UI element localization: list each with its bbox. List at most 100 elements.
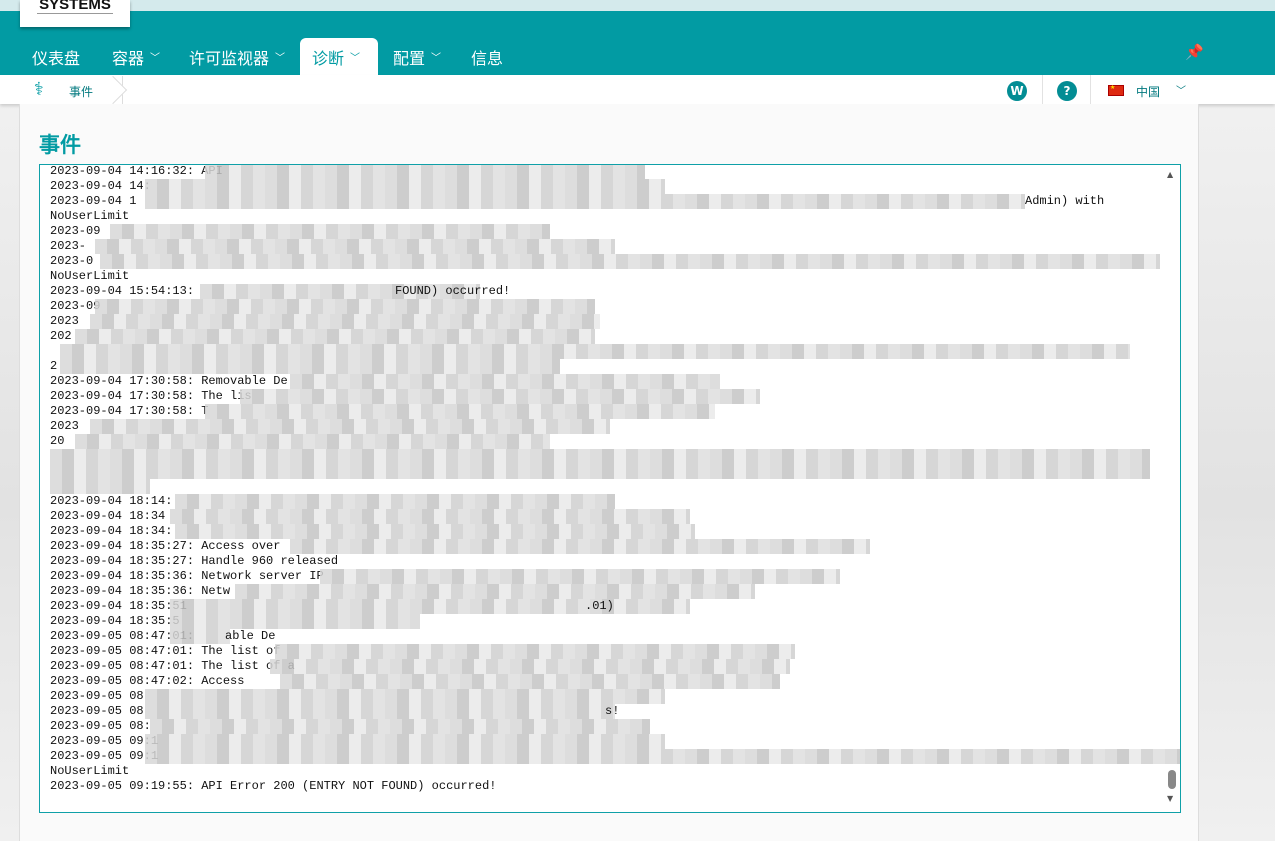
scrollbar-thumb[interactable] bbox=[1168, 770, 1176, 789]
log-line-text: 2 bbox=[50, 359, 58, 373]
log-line-text: 2023-09-04 17:30:58: The lis bbox=[50, 389, 252, 403]
log-line-text: 2023-0 bbox=[50, 254, 94, 268]
log-line: 20 bbox=[50, 434, 550, 449]
log-line-text: 2023-09-05 08 bbox=[50, 704, 144, 718]
log-line: 2023-09-05 08 bbox=[50, 689, 665, 704]
log-line-text: 2023-09-04 15:54:13: bbox=[50, 284, 195, 298]
top-strip bbox=[0, 0, 1275, 11]
redacted-region bbox=[145, 179, 665, 194]
nav-license-monitor[interactable]: 许可监视器 ﹀ bbox=[177, 38, 297, 75]
log-line: 2023- bbox=[50, 239, 615, 254]
redacted-region bbox=[280, 674, 780, 689]
chevron-down-icon: ﹀ bbox=[150, 53, 161, 64]
log-line: 2023-09-04 18:34 bbox=[50, 509, 690, 524]
chevron-down-icon: ﹀ bbox=[275, 53, 286, 64]
log-lines: 2023-09-04 14:16:32: API 2023-09-04 14: 20… bbox=[50, 165, 1180, 794]
log-line-text: 2023 bbox=[50, 419, 79, 433]
redacted-region bbox=[150, 719, 650, 734]
log-line: NoUserLimit bbox=[50, 269, 496, 284]
question-circle-icon[interactable]: ? bbox=[1057, 81, 1077, 101]
log-line-fragment: FOUND) occurred! bbox=[395, 284, 511, 298]
redacted-region bbox=[170, 509, 690, 524]
w-circle-icon[interactable]: W bbox=[1007, 81, 1027, 101]
log-line: NoUserLimit bbox=[50, 209, 496, 224]
nav-dashboard[interactable]: 仪表盘 bbox=[20, 38, 92, 75]
redacted-region bbox=[145, 749, 1180, 764]
language-select[interactable]: 中国 bbox=[1136, 83, 1160, 100]
redacted-region bbox=[145, 194, 1025, 209]
log-line-fragment: .01) bbox=[585, 599, 614, 613]
divider bbox=[1042, 75, 1043, 104]
chevron-down-icon[interactable]: ﹀ bbox=[1176, 82, 1186, 97]
redacted-region bbox=[290, 539, 870, 554]
log-line-text: 2023-09-04 18:35:36: Netw bbox=[50, 584, 231, 598]
scroll-up-arrow[interactable]: ▲ bbox=[1167, 170, 1173, 179]
log-line-text: 2023-09-04 18:35:36: Network server IP bbox=[50, 569, 324, 583]
china-flag-icon bbox=[1108, 84, 1124, 96]
log-line-text: 2023-09-04 18:34 bbox=[50, 509, 166, 523]
log-line-text: 2023-09-05 08 bbox=[50, 689, 144, 703]
log-line-text: 2023-09-05 08:47:02: Access bbox=[50, 674, 245, 688]
redacted-region bbox=[145, 734, 665, 749]
log-line: 2023 bbox=[50, 314, 600, 329]
log-line: 2023-09-04 18:35:5 bbox=[50, 614, 496, 629]
log-line-text: 2023-09 bbox=[50, 299, 101, 313]
nav-configuration[interactable]: 配置 ﹀ bbox=[381, 38, 453, 75]
breadcrumb-current[interactable]: 事件 bbox=[69, 83, 93, 100]
redacted-region bbox=[60, 359, 560, 374]
stethoscope-icon: ⚕ bbox=[34, 79, 44, 100]
log-line: 2 bbox=[50, 359, 560, 374]
log-line-text: NoUserLimit bbox=[50, 764, 130, 778]
log-line-text: 2023-09-04 18:35:27: Handle 960 released bbox=[50, 554, 339, 568]
log-line: 2023-09-04 18:35:36: Netw bbox=[50, 584, 755, 599]
log-line: 2023-09-05 08:47:02: Access bbox=[50, 674, 780, 689]
nav-containers[interactable]: 容器 ﹀ bbox=[100, 38, 172, 75]
redacted-region bbox=[145, 704, 615, 719]
redacted-region bbox=[110, 224, 550, 239]
chevron-down-icon: ﹀ bbox=[431, 53, 442, 64]
nav-diagnostics[interactable]: 诊断 ﹀ bbox=[300, 38, 378, 75]
log-line-text: 2023-09-04 18:14: bbox=[50, 494, 173, 508]
log-line-text: 2023 bbox=[50, 314, 79, 328]
redacted-region bbox=[95, 299, 595, 314]
redacted-region bbox=[240, 389, 760, 404]
redacted-region bbox=[270, 659, 790, 674]
log-line: 2023-09 bbox=[50, 299, 595, 314]
log-line-fragment: able De bbox=[225, 629, 276, 643]
nav-info[interactable]: 信息 bbox=[459, 38, 515, 75]
log-line: 2023-09-05 08:47:01: able De bbox=[50, 629, 496, 644]
log-line: 2023-09-04 14:16:32: API bbox=[50, 165, 645, 179]
log-line-text: 2023-09-04 18:35:5 bbox=[50, 614, 180, 628]
log-line bbox=[50, 344, 1130, 359]
logo[interactable]: SYSTEMS bbox=[20, 0, 130, 27]
log-line: 2023-09-05 08: bbox=[50, 719, 650, 734]
breadcrumb bbox=[0, 75, 1275, 104]
log-line-text: 202 bbox=[50, 329, 72, 343]
log-line: 2023-09-04 18:35:36: Network server IP bbox=[50, 569, 840, 584]
pin-icon[interactable]: 📌 bbox=[1185, 43, 1204, 61]
redacted-region bbox=[75, 434, 550, 449]
log-line: 2023-09-04 18:34: bbox=[50, 524, 695, 539]
redacted-region bbox=[60, 344, 1130, 359]
log-line: 2023 bbox=[50, 419, 610, 434]
scroll-down-arrow[interactable]: ▼ bbox=[1167, 794, 1173, 803]
log-line: 2023-09-04 18:35:51 .01) bbox=[50, 599, 690, 614]
log-line bbox=[50, 464, 1150, 479]
log-line: 2023-09-04 18:35:27: Handle 960 released bbox=[50, 554, 496, 569]
log-line-text: 20 bbox=[50, 434, 65, 448]
redacted-region bbox=[175, 524, 695, 539]
divider bbox=[1090, 75, 1091, 104]
log-line: 2023-09-05 09:1 bbox=[50, 749, 1180, 764]
redacted-region bbox=[170, 614, 420, 629]
log-line: 2023-09-04 17:30:58: The lis bbox=[50, 389, 760, 404]
log-line: 2023-09-05 08:47:01: The list of a bbox=[50, 659, 790, 674]
log-line: 2023-09-04 15:54:13: FOUND) occurred! bbox=[50, 284, 510, 299]
log-line: 2023-09-05 08 s! bbox=[50, 704, 619, 719]
log-line bbox=[50, 479, 496, 494]
log-line: 2023-09-04 18:35:27: Access over bbox=[50, 539, 870, 554]
log-line: 202 bbox=[50, 329, 595, 344]
log-line: 2023-09-05 08:47:01: The list of bbox=[50, 644, 795, 659]
event-log[interactable]: 2023-09-04 14:16:32: API 2023-09-04 14: 20… bbox=[39, 164, 1181, 813]
log-line-text: 2023- bbox=[50, 239, 87, 253]
redacted-region bbox=[100, 254, 1160, 269]
